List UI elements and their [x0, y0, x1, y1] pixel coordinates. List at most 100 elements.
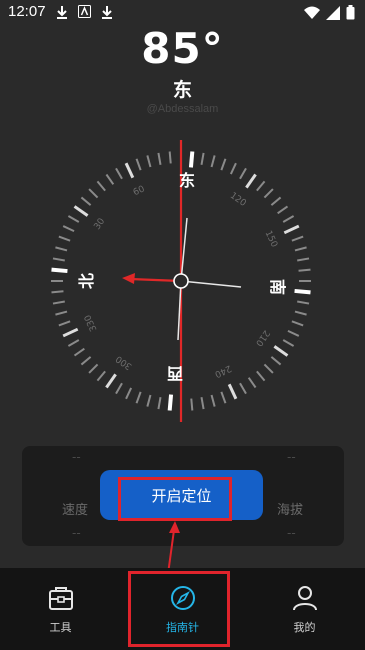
- compass-tick: [67, 215, 80, 223]
- value-bottom-right: --: [287, 526, 296, 540]
- degree-label: 210: [253, 328, 271, 348]
- watermark: @Abdessalam: [146, 103, 219, 115]
- speed-label: 速度: [62, 503, 89, 518]
- wifi-icon: [304, 6, 320, 19]
- compass-tick: [297, 257, 310, 262]
- compass-tick: [80, 356, 92, 366]
- compass-tick: [294, 288, 311, 295]
- compass-dial: 30 60 120 150 210 240 300 330 北 东 南 西: [51, 140, 311, 422]
- compass-tick: [298, 268, 311, 272]
- compass-tick: [200, 152, 205, 165]
- compass-tick: [247, 377, 257, 389]
- compass-tick: [58, 320, 71, 327]
- app-notification-icon: [78, 5, 91, 18]
- degree-label: 330: [83, 313, 99, 333]
- nav-item-tools[interactable]: 工具: [0, 568, 121, 650]
- compass-tick: [58, 235, 71, 242]
- compass-tick: [146, 155, 152, 168]
- altitude-label: 海拔: [277, 503, 304, 518]
- compass-tick: [256, 370, 266, 382]
- compass-tick: [282, 215, 295, 223]
- compass-tick: [270, 196, 282, 206]
- degree-label: 120: [228, 191, 248, 209]
- compass-tick: [245, 173, 257, 189]
- compass-tick: [229, 162, 237, 175]
- compass-tick: [256, 180, 266, 192]
- degree-label: 30: [93, 216, 108, 231]
- cardinal-south: 南: [268, 279, 287, 295]
- compass-tick: [297, 300, 310, 305]
- compass-tick: [263, 188, 274, 199]
- compass-tick: [135, 391, 142, 404]
- compass-tick: [263, 363, 274, 374]
- compass-tick: [273, 345, 289, 357]
- user-icon: [292, 586, 317, 611]
- heading-direction: 东: [172, 79, 192, 101]
- cardinal-west: 西: [167, 364, 183, 383]
- compass-tick: [115, 382, 123, 395]
- compass-tick: [282, 339, 295, 347]
- compass-tick: [51, 290, 64, 294]
- compass-tick: [210, 394, 216, 407]
- compass-tick: [291, 235, 304, 242]
- compass-tick: [125, 387, 133, 400]
- compass-tick: [62, 327, 79, 338]
- nav-highlight-box: [128, 571, 230, 647]
- compass-tick: [227, 383, 238, 400]
- compass-tick: [200, 397, 205, 410]
- notification-icons: [56, 5, 113, 19]
- compass-tick: [105, 173, 115, 185]
- compass-tick: [287, 329, 300, 337]
- compass-hand: [180, 280, 242, 288]
- value-top-left: --: [72, 450, 81, 464]
- cardinal-east: 东: [179, 171, 195, 190]
- compass-tick: [283, 224, 300, 235]
- compass-tick: [167, 394, 174, 411]
- signal-icon: [326, 5, 340, 20]
- degree-label: 300: [114, 353, 134, 371]
- compass-tick: [88, 188, 99, 199]
- compass-tick: [105, 373, 117, 389]
- compass-tick: [188, 151, 195, 168]
- compass-tick: [157, 152, 162, 165]
- compass-tick: [67, 339, 80, 347]
- system-icons: [304, 5, 355, 20]
- compass-tick: [55, 246, 68, 252]
- compass-tick: [73, 205, 89, 217]
- nav-label-profile: 我的: [293, 621, 316, 634]
- button-highlight-box: [118, 477, 232, 521]
- compass-tick: [239, 167, 247, 180]
- compass-tick: [277, 205, 289, 215]
- compass-tick: [291, 320, 304, 327]
- compass-tick: [51, 267, 68, 274]
- value-top-right: --: [287, 450, 296, 464]
- compass-tick: [294, 310, 307, 316]
- heading-degree: 85°: [141, 24, 224, 73]
- compass-tick: [52, 257, 65, 262]
- compass-tick: [96, 180, 106, 192]
- status-bar: 12:07: [0, 0, 365, 26]
- compass-tick: [135, 158, 142, 171]
- value-bottom-left: --: [72, 526, 81, 540]
- cardinal-north: 北: [77, 273, 96, 289]
- compass-tick: [73, 347, 85, 357]
- compass-tick: [157, 397, 162, 410]
- north-pointer: [122, 273, 182, 284]
- compass-tick: [55, 310, 68, 316]
- compass-tick: [190, 398, 194, 411]
- compass-tick: [80, 196, 92, 206]
- battery-icon: [346, 5, 355, 20]
- status-time: 12:07: [8, 3, 46, 20]
- compass-tick: [62, 225, 75, 233]
- download-icon: [57, 6, 67, 19]
- compass-tick: [270, 356, 282, 366]
- compass-tick: [168, 151, 172, 164]
- compass-tick: [220, 391, 227, 404]
- compass-tick: [210, 155, 216, 168]
- nav-item-profile[interactable]: 我的: [244, 568, 365, 650]
- compass-tick: [294, 246, 307, 252]
- toolbox-icon: [48, 587, 73, 610]
- compass-tick: [96, 370, 106, 382]
- compass-tick: [146, 394, 152, 407]
- download-icon: [102, 6, 112, 19]
